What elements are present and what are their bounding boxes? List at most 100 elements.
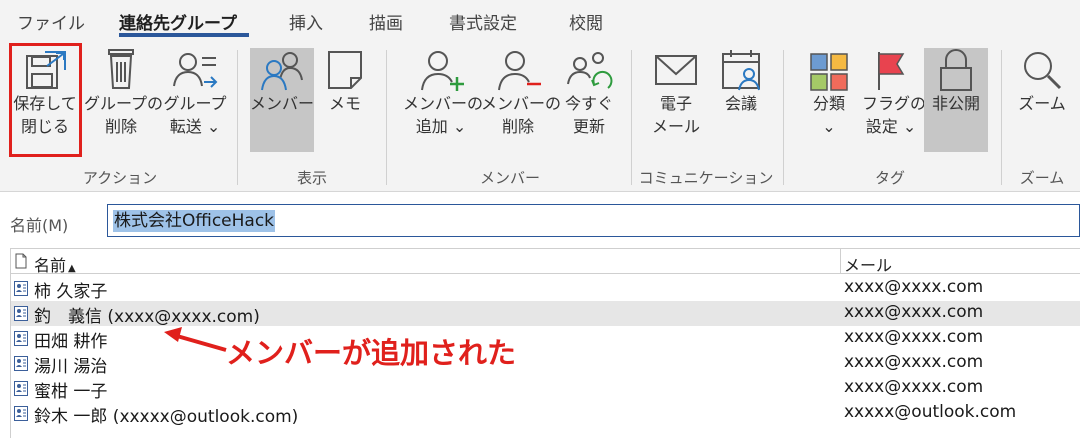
ribbon-tab-bar: ファイル 連絡先グループ 挿入 描画 書式設定 校閲 <box>0 0 1080 40</box>
magnifier-icon <box>1024 52 1062 90</box>
update-now-label-2: 更新 <box>572 117 605 136</box>
contact-card-icon <box>14 381 28 396</box>
member-mail: xxxx@xxxx.com <box>844 302 984 322</box>
members-view-label: メンバー <box>250 94 315 113</box>
column-header-mail[interactable]: メール <box>844 252 892 276</box>
highlight-box <box>9 43 82 157</box>
ribbon: 保存して 閉じる グループの 削除 グループ 転送 ⌄ アクション メンバー メ… <box>0 40 1080 192</box>
member-mail: xxxxx@outlook.com <box>844 402 1017 422</box>
member-name: 田畑 耕作 <box>34 332 108 352</box>
email-label-1: 電子 <box>659 94 692 113</box>
member-name: 柿 久家子 <box>34 282 108 302</box>
categorize-button[interactable]: 分類 ⌄ <box>800 48 858 152</box>
remove-member-label-1: メンバーの <box>481 94 562 113</box>
column-separator[interactable] <box>840 249 841 274</box>
remove-member-button[interactable]: メンバーの 削除 <box>481 48 562 152</box>
group-separator <box>386 50 387 185</box>
group-name-input[interactable]: 株式会社OfficeHack <box>107 204 1080 237</box>
add-member-button[interactable]: メンバーの 追加 ⌄ <box>403 48 484 152</box>
envelope-icon <box>655 55 697 85</box>
group-separator <box>783 50 784 185</box>
member-name: 湯川 湯治 <box>34 357 108 377</box>
group-label-show: 表示 <box>296 169 327 187</box>
forward-group-label-2: 転送 ⌄ <box>169 117 221 136</box>
group-name-value: 株式会社OfficeHack <box>113 210 276 232</box>
meeting-calendar-icon <box>722 50 760 91</box>
forward-group-button[interactable]: グループ 転送 ⌄ <box>162 48 228 152</box>
member-name: 鈴木 一郎 (xxxxx@outlook.com) <box>34 407 299 427</box>
update-now-button[interactable]: 今すぐ 更新 <box>561 48 617 152</box>
tab-contact-group[interactable]: 連絡先グループ <box>119 9 237 34</box>
lock-icon <box>940 49 972 91</box>
categorize-label-1: 分類 <box>812 94 845 113</box>
private-button[interactable]: 非公開 <box>924 48 988 152</box>
group-name-label: 名前(M) <box>10 216 69 235</box>
trash-icon <box>108 49 134 89</box>
group-separator <box>1001 50 1002 185</box>
tab-insert[interactable]: 挿入 <box>289 9 323 34</box>
private-label: 非公開 <box>931 94 980 113</box>
add-member-label-1: メンバーの <box>403 94 484 113</box>
member-mail: xxxx@xxxx.com <box>844 277 984 297</box>
contact-card-icon <box>14 331 28 346</box>
member-mail: xxxx@xxxx.com <box>844 327 984 347</box>
meeting-label: 会議 <box>724 94 757 113</box>
flag-button[interactable]: フラグの 設定 ⌄ <box>862 48 927 152</box>
forward-group-icon <box>173 53 218 88</box>
members-view-button[interactable]: メンバー <box>250 48 314 152</box>
member-mail: xxxx@xxxx.com <box>844 377 984 397</box>
list-item[interactable]: 鈴木 一郎 (xxxxx@outlook.com) xxxxx@outlook.… <box>11 401 1080 427</box>
contact-card-icon <box>14 306 28 321</box>
group-label-zoom: ズーム <box>1019 169 1065 187</box>
memo-label: メモ <box>328 94 361 113</box>
category-grid-icon <box>810 53 848 91</box>
flag-label-2: 設定 ⌄ <box>865 117 917 136</box>
delete-group-label-2: 削除 <box>104 117 137 136</box>
delete-group-button[interactable]: グループの 削除 <box>84 48 164 152</box>
contact-card-icon <box>14 356 28 371</box>
group-separator <box>631 50 632 185</box>
add-member-label-2: 追加 ⌄ <box>415 117 467 136</box>
group-label-communication: コミュニケーション <box>638 169 774 187</box>
remove-member-icon <box>498 51 541 91</box>
list-item[interactable]: 蜜柑 一子 xxxx@xxxx.com <box>11 376 1080 402</box>
tab-review[interactable]: 校閲 <box>569 9 603 34</box>
zoom-label: ズーム <box>1018 94 1066 113</box>
remove-member-label-2: 削除 <box>501 117 534 136</box>
memo-button[interactable]: メモ <box>318 48 372 152</box>
member-name: 蜜柑 一子 <box>34 382 108 402</box>
update-members-icon <box>567 52 613 89</box>
tab-format[interactable]: 書式設定 <box>449 9 517 34</box>
meeting-button[interactable]: 会議 <box>712 48 770 152</box>
active-tab-indicator <box>119 33 249 37</box>
categorize-label-2: ⌄ <box>822 117 836 136</box>
column-header-name-label: 名前 <box>34 256 67 275</box>
group-separator <box>237 50 238 185</box>
tab-draw[interactable]: 描画 <box>369 9 403 34</box>
email-label-2: メール <box>651 117 700 136</box>
group-name-bar: 名前(M) 株式会社OfficeHack <box>0 199 1080 243</box>
forward-group-label-1: グループ <box>163 94 227 113</box>
members-icon <box>261 52 303 91</box>
document-icon <box>15 253 27 269</box>
add-member-icon <box>421 51 464 91</box>
annotation-arrow-icon <box>164 327 227 352</box>
email-button[interactable]: 電子 メール <box>646 48 706 152</box>
column-header-name[interactable]: 名前 ▲ <box>34 252 76 276</box>
list-item[interactable]: 柿 久家子 xxxx@xxxx.com <box>11 276 1080 302</box>
group-label-members: メンバー <box>479 169 540 187</box>
delete-group-label-1: グループの <box>84 94 164 113</box>
list-header: 名前 ▲ メール <box>11 249 1080 276</box>
zoom-button[interactable]: ズーム <box>1012 48 1072 152</box>
group-label-action: アクション <box>82 169 158 187</box>
group-label-tags: タグ <box>874 169 905 187</box>
memo-icon <box>328 51 362 89</box>
sort-ascending-icon: ▲ <box>68 263 76 274</box>
update-now-label-1: 今すぐ <box>564 94 613 113</box>
tab-file[interactable]: ファイル <box>17 9 85 34</box>
contact-card-icon <box>14 406 28 421</box>
contact-card-icon <box>14 281 28 296</box>
flag-icon <box>878 52 905 90</box>
flag-label-1: フラグの <box>862 94 927 113</box>
annotation-text: メンバーが追加された <box>226 336 517 370</box>
